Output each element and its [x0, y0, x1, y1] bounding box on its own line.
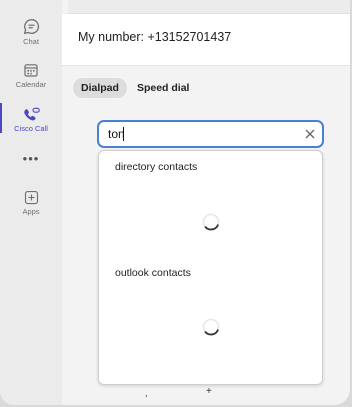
calendar-icon [24, 64, 38, 77]
chat-icon [23, 19, 39, 35]
close-icon[interactable] [304, 128, 316, 140]
main-panel: My number: +13152701437 Dialpad Speed dia… [62, 0, 350, 405]
sidebar-item-label: Apps [22, 207, 40, 216]
search-results-dropdown: directory contacts outlook contacts [98, 150, 323, 385]
apps-plus-icon [24, 190, 38, 205]
sidebar-item-cisco-call[interactable]: Cisco Call [0, 103, 62, 133]
top-strip [68, 0, 350, 14]
tab-speed-dial[interactable]: Speed dial [129, 78, 198, 98]
sidebar-item-apps[interactable]: Apps [0, 190, 62, 216]
dialpad-bottom-row: , + [62, 386, 350, 402]
more-apps-icon[interactable]: ••• [0, 151, 62, 166]
sidebar: Chat Calendar Cisco Call ••• Apps [0, 0, 62, 405]
section-title-directory-contacts: directory contacts [115, 161, 198, 173]
sidebar-item-label: Cisco Call [14, 124, 48, 133]
text-caret [123, 127, 124, 141]
loading-spinner-icon [202, 213, 220, 231]
tab-bar: Dialpad Speed dial [73, 78, 197, 100]
search-input[interactable]: ton [97, 120, 324, 148]
sidebar-item-label: Calendar [15, 80, 47, 89]
sidebar-item-label: Chat [23, 37, 39, 46]
my-number-label: My number: +13152701437 [78, 30, 232, 44]
tab-dialpad[interactable]: Dialpad [73, 78, 127, 98]
sidebar-item-calendar[interactable]: Calendar [0, 62, 62, 89]
sidebar-item-chat[interactable]: Chat [0, 18, 62, 46]
app-window: Chat Calendar Cisco Call ••• Apps My num… [0, 0, 350, 405]
loading-spinner-icon [202, 318, 220, 336]
cisco-call-icon [23, 107, 40, 121]
section-title-outlook-contacts: outlook contacts [115, 267, 191, 279]
dialpad-key-plus[interactable]: + [206, 386, 212, 397]
dialpad-key-comma[interactable]: , [145, 388, 148, 398]
header: My number: +13152701437 [62, 14, 350, 66]
